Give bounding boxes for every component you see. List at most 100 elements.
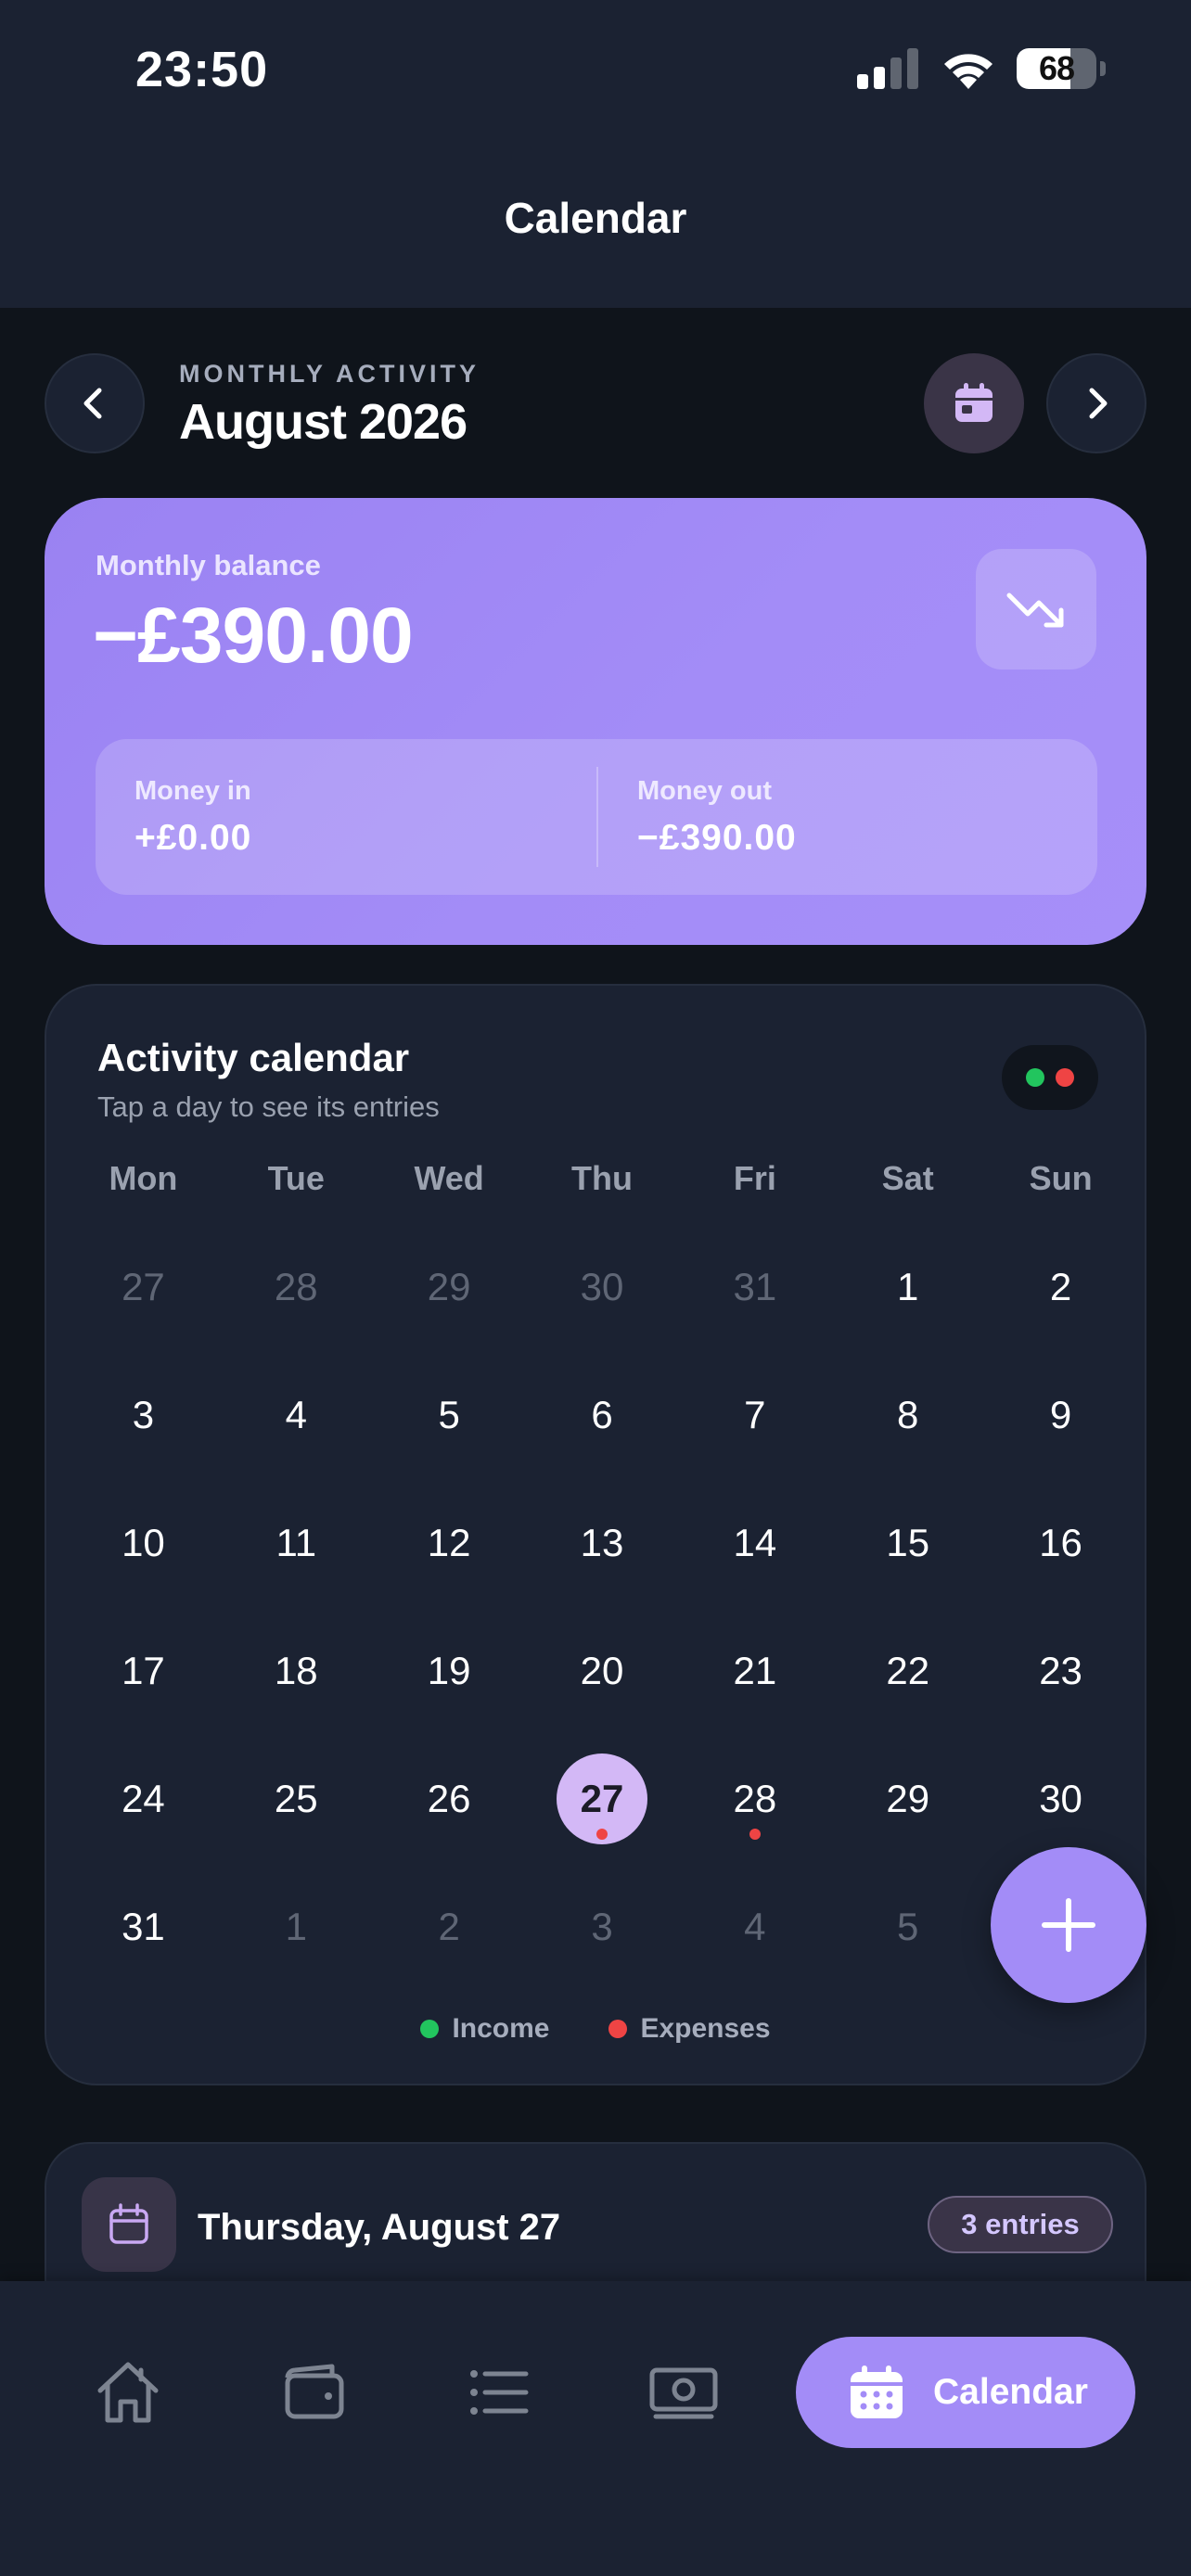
legend-expenses: Expenses [608,2013,771,2045]
calendar-day[interactable]: 30 [984,1735,1137,1863]
day-number: 3 [591,1905,613,1948]
money-summary: Money in +£0.00 Money out −£390.00 [96,739,1097,895]
calendar-day[interactable]: 3 [67,1351,220,1479]
weekday-label: Thu [571,1159,633,1197]
calendar-day[interactable]: 29 [373,1223,526,1351]
battery-indicator: 68 [1017,48,1096,89]
day-number: 29 [427,1265,471,1308]
day-number: 13 [580,1521,624,1564]
calendar-day[interactable]: 25 [220,1735,373,1863]
day-number: 6 [591,1393,613,1436]
tab-budget[interactable] [647,2355,721,2429]
calendar-day[interactable]: 3 [526,1863,679,1991]
calendar-day[interactable]: 5 [831,1863,984,1991]
wifi-icon [944,54,992,89]
calendar-day[interactable]: 7 [678,1351,831,1479]
calendar-day[interactable]: 1 [831,1223,984,1351]
calendar-day[interactable]: 24 [67,1735,220,1863]
add-entry-button[interactable] [991,1847,1146,2003]
day-number: 26 [427,1777,471,1820]
calendar-day[interactable]: 8 [831,1351,984,1479]
day-number: 4 [744,1905,766,1948]
expense-marker [596,1829,608,1840]
status-time: 23:50 [135,42,269,97]
calendar-day[interactable]: 17 [67,1607,220,1735]
day-number: 30 [1039,1777,1082,1820]
calendar-day[interactable]: 16 [984,1479,1137,1607]
calendar-day[interactable]: 4 [678,1863,831,1991]
day-number: 30 [580,1265,624,1308]
calendar-day[interactable]: 28 [678,1735,831,1863]
calendar-day[interactable]: 20 [526,1607,679,1735]
tab-calendar-label: Calendar [933,2372,1088,2412]
calendar-day[interactable]: 14 [678,1479,831,1607]
tab-transactions[interactable] [461,2355,535,2429]
weekday-label: Fri [733,1159,776,1197]
balance-label: Monthly balance [96,549,321,581]
expense-marker [749,1829,761,1840]
month-kicker: MONTHLY ACTIVITY [179,360,480,388]
tab-wallet[interactable] [276,2355,351,2429]
calendar-day[interactable]: 5 [373,1351,526,1479]
day-number: 24 [122,1777,165,1820]
battery-percent: 68 [1038,49,1075,87]
calendar-day[interactable]: 28 [220,1223,373,1351]
calendar-day[interactable]: 4 [220,1351,373,1479]
calendar-day[interactable]: 31 [67,1863,220,1991]
page-title: Calendar [504,194,687,242]
calendar-day[interactable]: 2 [373,1863,526,1991]
day-number: 5 [897,1905,919,1948]
calendar-day[interactable]: 2 [984,1223,1137,1351]
calendar-day[interactable]: 19 [373,1607,526,1735]
calendar-day-selected[interactable]: 27 [526,1735,679,1863]
calendar-day[interactable]: 13 [526,1479,679,1607]
month-picker-button[interactable] [924,353,1024,453]
day-number: 11 [275,1521,317,1564]
entries-date-title: Thursday, August 27 [198,2207,561,2248]
calendar-day[interactable]: 30 [526,1223,679,1351]
calendar-day[interactable]: 6 [526,1351,679,1479]
weekday-header: Mon Tue Wed Thu Fri Sat Sun [67,1159,1137,1198]
day-number: 17 [122,1649,165,1692]
calendar-day[interactable]: 12 [373,1479,526,1607]
calendar-day[interactable]: 22 [831,1607,984,1735]
next-month-button[interactable] [1046,353,1146,453]
calendar-day[interactable]: 11 [220,1479,373,1607]
weekday-label: Sat [881,1159,934,1197]
legend-income: Income [420,2013,549,2045]
calendar-day[interactable]: 23 [984,1607,1137,1735]
calendar-icon [955,383,992,422]
day-number: 12 [427,1521,471,1564]
tab-home[interactable] [91,2355,165,2429]
previous-month-button[interactable] [45,353,145,453]
day-number: 7 [744,1393,766,1436]
calendar-day[interactable]: 18 [220,1607,373,1735]
calendar-day[interactable]: 21 [678,1607,831,1735]
home-icon [97,2362,159,2423]
calendar-day[interactable]: 31 [678,1223,831,1351]
day-number: 1 [897,1265,919,1308]
balance-amount: −£390.00 [93,592,414,679]
entries-count-badge: 3 entries [928,2196,1113,2253]
day-number: 31 [733,1265,777,1308]
calendar-day[interactable]: 15 [831,1479,984,1607]
day-number: 29 [886,1777,930,1820]
plus-icon [1042,1898,1095,1952]
month-title: August 2026 [179,394,467,450]
calendar-day[interactable]: 1 [220,1863,373,1991]
day-number: 8 [897,1393,919,1436]
calendar-day[interactable]: 27 [67,1223,220,1351]
money-in-label: Money in [134,776,251,806]
chevron-left-icon [83,388,102,419]
legend-toggle[interactable] [1002,1045,1098,1110]
tab-calendar[interactable]: Calendar [796,2337,1135,2448]
calendar-day[interactable]: 26 [373,1735,526,1863]
calendar-day[interactable]: 29 [831,1735,984,1863]
day-number: 3 [132,1393,155,1436]
chevron-right-icon [1089,388,1108,419]
entries-calendar-badge [82,2177,176,2272]
calendar-day[interactable]: 10 [67,1479,220,1607]
calendar-day[interactable]: 9 [984,1351,1137,1479]
weekday-label: Sun [1029,1159,1093,1197]
money-out: Money out −£390.00 [637,776,797,859]
